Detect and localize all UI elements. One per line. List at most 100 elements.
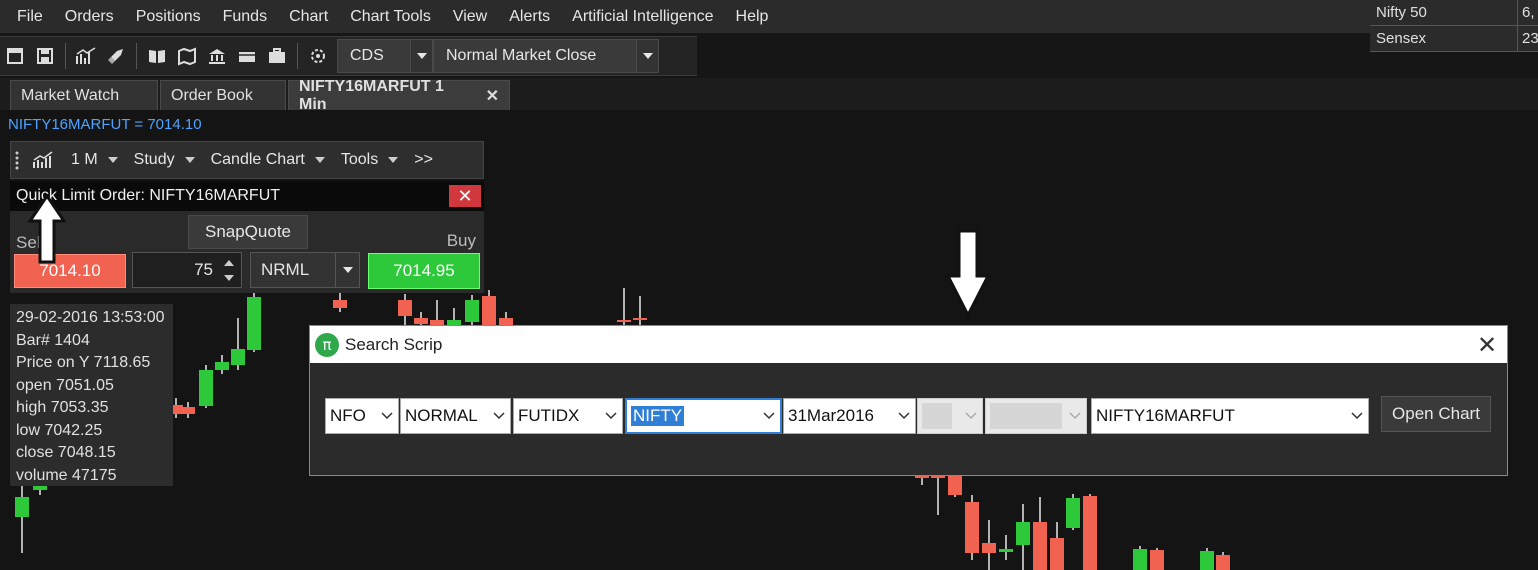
chevron-down-icon bbox=[893, 399, 915, 433]
menu-positions[interactable]: Positions bbox=[125, 0, 212, 33]
expiry-select[interactable]: 31Mar2016 bbox=[783, 398, 916, 434]
arrow-up-icon[interactable] bbox=[224, 259, 234, 266]
search-scrip-dialog: π Search Scrip ✕ NFO NORMAL FUTIDX NIFTY… bbox=[309, 325, 1508, 476]
close-icon[interactable]: ✕ bbox=[449, 185, 481, 207]
symbol-select-value: NIFTY bbox=[631, 406, 685, 426]
exchange-select-value: NFO bbox=[330, 406, 366, 425]
strike-price-placeholder bbox=[990, 403, 1062, 429]
bar-close: close 7048.15 bbox=[16, 444, 116, 461]
chevron-down-icon bbox=[600, 399, 622, 433]
open-chart-button[interactable]: Open Chart bbox=[1381, 396, 1491, 432]
menu-bar: File Orders Positions Funds Chart Chart … bbox=[0, 0, 1370, 33]
menu-alerts[interactable]: Alerts bbox=[498, 0, 561, 33]
scrip-select-value: NIFTY16MARFUT bbox=[1096, 406, 1235, 425]
book-icon[interactable] bbox=[145, 44, 169, 68]
tab-label: NIFTY16MARFUT 1 Min bbox=[299, 77, 444, 113]
chevron-down-icon bbox=[960, 399, 982, 433]
tab-bar: Market Watch Order Book NIFTY16MARFUT 1 … bbox=[0, 78, 1538, 113]
card-icon[interactable] bbox=[235, 44, 259, 68]
tools-dropdown[interactable]: Tools bbox=[333, 151, 406, 169]
briefcase-icon[interactable] bbox=[265, 44, 289, 68]
tab-label: Market Watch bbox=[21, 86, 120, 104]
close-icon[interactable]: ✕ bbox=[1467, 326, 1507, 363]
option-type-select bbox=[917, 398, 983, 434]
symbol-price-label: NIFTY16MARFUT = 7014.10 bbox=[8, 116, 202, 133]
strike-price-select bbox=[985, 398, 1087, 434]
quantity-stepper[interactable]: 75 bbox=[132, 252, 242, 288]
bar-info-box: 29-02-2016 13:53:00 Bar# 1404 Price on Y… bbox=[10, 304, 173, 486]
chart-type-icon[interactable] bbox=[23, 150, 63, 170]
chevron-down-icon bbox=[1064, 399, 1086, 433]
new-window-icon[interactable] bbox=[3, 44, 27, 68]
rocket-icon[interactable] bbox=[104, 44, 128, 68]
bar-volume: volume 47175 bbox=[16, 466, 117, 484]
symbol-select[interactable]: NIFTY bbox=[625, 398, 782, 434]
menu-view[interactable]: View bbox=[442, 0, 498, 33]
tab-order-book[interactable]: Order Book bbox=[160, 80, 286, 110]
quantity-value: 75 bbox=[194, 260, 213, 279]
bar-price-on-y: Price on Y 7118.65 bbox=[16, 354, 151, 371]
exchange-value: CDS bbox=[350, 47, 384, 64]
index-row: Sensex 23 bbox=[1370, 26, 1538, 52]
index-name: Sensex bbox=[1370, 26, 1518, 51]
index-value: 6, bbox=[1522, 4, 1535, 21]
chart-style-dropdown[interactable]: Candle Chart bbox=[203, 151, 333, 169]
scrip-select[interactable]: NIFTY16MARFUT bbox=[1091, 398, 1369, 434]
toolbar-separator bbox=[65, 43, 66, 69]
menu-chart[interactable]: Chart bbox=[278, 0, 339, 33]
instrument-select[interactable]: FUTIDX bbox=[513, 398, 623, 434]
bank-icon[interactable] bbox=[205, 44, 229, 68]
product-value: NRML bbox=[261, 260, 310, 279]
bar-number: Bar# 1404 bbox=[16, 331, 90, 349]
quick-limit-order-panel: Quick Limit Order: NIFTY16MARFUT ✕ SnapQ… bbox=[10, 181, 484, 293]
dialog-title-bar: π Search Scrip ✕ bbox=[310, 326, 1507, 363]
index-value: 23 bbox=[1522, 30, 1538, 47]
tools-label: Tools bbox=[340, 151, 379, 168]
chevron-down-icon bbox=[758, 400, 780, 432]
segment-select[interactable]: NORMAL bbox=[400, 398, 511, 434]
tab-market-watch[interactable]: Market Watch bbox=[10, 80, 158, 110]
menu-orders[interactable]: Orders bbox=[54, 0, 125, 33]
tab-chart[interactable]: NIFTY16MARFUT 1 Min ✕ bbox=[288, 78, 510, 113]
option-type-placeholder bbox=[922, 403, 952, 429]
product-dropdown[interactable]: NRML bbox=[250, 252, 360, 288]
menu-chart-tools[interactable]: Chart Tools bbox=[339, 0, 442, 33]
menu-artificial-intelligence[interactable]: Artificial Intelligence bbox=[561, 0, 724, 33]
arrow-down-icon[interactable] bbox=[224, 274, 234, 281]
interval-dropdown[interactable]: 1 M bbox=[63, 151, 126, 169]
more-button[interactable]: >> bbox=[406, 151, 441, 169]
interval-value: 1 M bbox=[71, 151, 98, 168]
grip-icon[interactable] bbox=[11, 150, 23, 170]
chevron-down-icon bbox=[488, 399, 510, 433]
bar-high: high 7053.35 bbox=[16, 399, 109, 416]
chevron-down-icon bbox=[636, 40, 658, 72]
toolbar-separator bbox=[136, 43, 137, 69]
snapquote-button[interactable]: SnapQuote bbox=[188, 215, 308, 249]
index-row: Nifty 50 6, bbox=[1370, 0, 1538, 26]
chevron-down-icon bbox=[1346, 399, 1368, 433]
spinner[interactable] bbox=[219, 255, 239, 285]
map-icon[interactable] bbox=[175, 44, 199, 68]
exchange-select[interactable]: NFO bbox=[325, 398, 399, 434]
save-icon[interactable] bbox=[33, 44, 57, 68]
main-toolbar: CDS Normal Market Close bbox=[0, 36, 697, 76]
close-icon[interactable]: ✕ bbox=[486, 86, 499, 106]
index-name: Nifty 50 bbox=[1370, 0, 1518, 25]
pi-logo-icon: π bbox=[315, 332, 339, 357]
segment-select-value: NORMAL bbox=[405, 406, 478, 425]
buy-button[interactable]: 7014.95 bbox=[368, 253, 480, 289]
menu-file[interactable]: File bbox=[6, 0, 54, 33]
bar-low: low 7042.25 bbox=[16, 421, 103, 439]
settings-icon[interactable] bbox=[306, 44, 330, 68]
menu-funds[interactable]: Funds bbox=[212, 0, 278, 33]
index-ticker: Nifty 50 6, Sensex 23 bbox=[1370, 0, 1538, 52]
chevron-down-icon bbox=[376, 399, 398, 433]
chart-icon[interactable] bbox=[74, 44, 98, 68]
market-type-dropdown[interactable]: Normal Market Close bbox=[433, 39, 659, 73]
bar-datetime: 29-02-2016 13:53:00 bbox=[16, 309, 165, 326]
chart-style-label: Candle Chart bbox=[210, 151, 305, 168]
menu-help[interactable]: Help bbox=[725, 0, 780, 33]
study-dropdown[interactable]: Study bbox=[126, 151, 203, 169]
dialog-body: NFO NORMAL FUTIDX NIFTY 31Mar2016 NIFTY1… bbox=[310, 363, 1507, 475]
exchange-dropdown[interactable]: CDS bbox=[337, 39, 433, 73]
